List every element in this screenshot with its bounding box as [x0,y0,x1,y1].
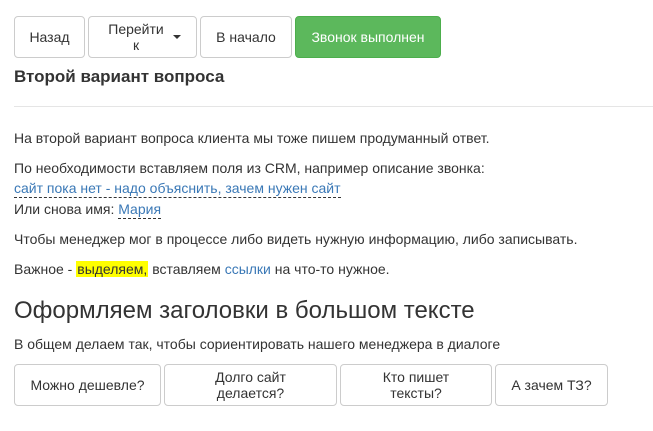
goto-label: Перейти к [108,21,164,53]
home-button[interactable]: В начало [200,16,292,58]
name-line: Или снова имя: Мария [14,199,162,219]
paragraph-crm: По необходимости вставляем поля из CRM, … [14,160,485,176]
highlighted-text: выделяем, [76,261,149,277]
big-heading: Оформляем заголовки в большом тексте [14,297,475,324]
important-suffix: на что-то нужное. [274,261,390,277]
answer-why-spec-button[interactable]: А зачем ТЗ? [495,364,608,406]
call-done-button[interactable]: Звонок выполнен [295,16,441,58]
important-middle: вставляем [152,261,221,277]
section-title: Второй вариант вопроса [14,67,225,86]
divider [14,106,653,107]
crm-call-description-field[interactable]: сайт пока нет - надо объяснить, зачем ну… [14,180,341,198]
top-toolbar: Назад Перейти к В начало Звонок выполнен [14,16,441,58]
answer-options: Можно дешевле? Долго сайт делается? Кто … [14,364,608,406]
crm-name-field[interactable]: Мария [118,201,162,219]
links-link[interactable]: ссылки [225,261,271,277]
paragraph-manager: Чтобы менеджер мог в процессе либо видет… [14,231,578,247]
paragraph-important: Важное - выделяем, вставляем ссылки на ч… [14,259,390,279]
subtitle: В общем делаем так, чтобы сориентировать… [14,336,501,352]
caret-down-icon [173,35,181,39]
answer-cheaper-button[interactable]: Можно дешевле? [14,364,161,406]
paragraph-intro: На второй вариант вопроса клиента мы тож… [14,130,490,146]
answer-who-writes-button[interactable]: Кто пишет тексты? [340,364,492,406]
important-prefix: Важное - [14,261,73,277]
crm-field-line: сайт пока нет - надо объяснить, зачем ну… [14,178,341,198]
goto-dropdown-button[interactable]: Перейти к [88,16,197,58]
back-button[interactable]: Назад [14,16,85,58]
name-prefix: Или снова имя: [14,201,115,217]
answer-how-long-button[interactable]: Долго сайт делается? [164,364,337,406]
